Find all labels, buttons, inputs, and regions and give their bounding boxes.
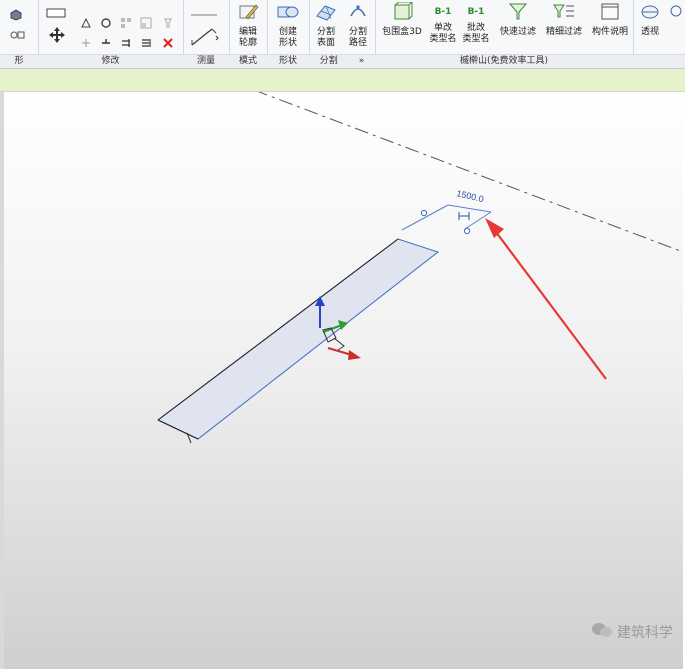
- batch-rename-type-button[interactable]: B-1 批改 类型名: [460, 2, 492, 45]
- single-rename-type-button[interactable]: B-1 单改 类型名: [428, 2, 458, 45]
- copy-icon[interactable]: [80, 14, 92, 28]
- measure-dimension-icon[interactable]: [189, 24, 219, 48]
- batch-b1-badge-icon: B-1: [467, 7, 485, 17]
- divide-path-icon: [343, 2, 373, 26]
- document-icon: [587, 2, 633, 26]
- render-icon[interactable]: [669, 4, 683, 20]
- panel-divide: 分割 表面 分割 路径 分割 »: [309, 0, 376, 68]
- x-axis-arrow-icon[interactable]: [348, 350, 361, 360]
- edit-profile-button[interactable]: 编辑 轮廓: [233, 2, 263, 49]
- bounding-box-3d-label: 包围盒3D: [382, 27, 422, 37]
- divide-surface-label-1: 分割: [316, 27, 335, 37]
- divide-surface-label-2: 表面: [316, 38, 335, 48]
- fine-filter-label: 精细过滤: [545, 27, 582, 37]
- perspective-icon: [635, 2, 665, 26]
- create-form-button[interactable]: 创建 形状: [271, 2, 305, 49]
- annotation-arrow: [485, 218, 607, 380]
- wechat-icon: [591, 621, 613, 643]
- create-form-label-1: 创建: [278, 27, 297, 37]
- options-bar: [0, 69, 685, 92]
- funnel-icon: [495, 2, 541, 26]
- watermark-text: 建筑科学: [617, 625, 673, 641]
- 3d-viewport[interactable]: 1500.0: [4, 92, 683, 669]
- panel-form: 创建 形状 形状: [267, 0, 310, 68]
- ribbon: 形 修改 测量 编辑 轮廓 模式 创建 形状 形状 分割 表面 分割 路径 分割…: [0, 0, 685, 69]
- panel-view: 透视: [633, 0, 685, 68]
- panel-free-tools: 包围盒3D B-1 单改 类型名 B-1 批改 类型名 快速过滤 精细过滤 构件…: [375, 0, 634, 68]
- perspective-button[interactable]: 透视: [635, 2, 665, 38]
- profile-edge-top: [157, 238, 399, 421]
- bounding-box-3d-button[interactable]: 包围盒3D: [377, 1, 427, 38]
- panel-label-divide-text: 分割: [319, 56, 338, 66]
- move-icon[interactable]: [48, 26, 66, 44]
- divide-surface-icon: [311, 2, 341, 26]
- divide-path-label-2: 路径: [348, 38, 367, 48]
- quick-filter-button[interactable]: 快速过滤: [495, 2, 541, 38]
- scale-icon[interactable]: [140, 14, 152, 29]
- divide-surface-button[interactable]: 分割 表面: [311, 2, 341, 49]
- fine-filter-button[interactable]: 精细过滤: [541, 2, 587, 38]
- create-form-label-2: 形状: [278, 38, 297, 48]
- align-icon[interactable]: [46, 4, 66, 18]
- delete-icon[interactable]: [162, 34, 174, 48]
- panel-label-view: [633, 54, 685, 68]
- perspective-label: 透视: [640, 27, 659, 37]
- panel-shape-fragment: 形: [0, 0, 39, 68]
- split-icon[interactable]: [100, 34, 112, 46]
- trim-icon[interactable]: [120, 34, 132, 47]
- single-rename-label-2: 类型名: [429, 34, 457, 44]
- mirror-icon[interactable]: [80, 34, 92, 47]
- watermark: 建筑科学: [591, 621, 673, 643]
- component-description-button[interactable]: 构件说明: [587, 2, 633, 38]
- pin-icon[interactable]: [162, 14, 174, 28]
- arrowhead-icon: [485, 218, 504, 238]
- b1-badge-icon: B-1: [434, 7, 452, 17]
- fine-filter-icon: [541, 2, 587, 26]
- measure-line-icon[interactable]: [189, 4, 221, 16]
- temporary-dimension[interactable]: 1500.0: [401, 188, 492, 235]
- offset-icon[interactable]: [140, 34, 152, 47]
- panel-label-form: 形状: [267, 54, 309, 68]
- create-form-icon: [271, 2, 305, 26]
- divide-path-button[interactable]: 分割 路径: [343, 2, 373, 49]
- panel-label-modify: 修改: [38, 54, 183, 68]
- join-icon[interactable]: [10, 26, 25, 39]
- panel-measure: 测量: [183, 0, 230, 68]
- batch-rename-label-1: 批改: [466, 23, 485, 33]
- single-rename-label-1: 单改: [433, 23, 452, 33]
- batch-rename-label-2: 类型名: [462, 34, 490, 44]
- dimension-grip-right[interactable]: [463, 227, 471, 235]
- dimension-grip-left[interactable]: [420, 209, 428, 217]
- component-description-label: 构件说明: [591, 27, 628, 37]
- divide-path-label-1: 分割: [348, 27, 367, 37]
- edit-profile-label-1: 编辑: [238, 27, 257, 37]
- panel-label-free-tools: 槭檊山(免费效率工具): [375, 54, 633, 68]
- bounding-box-3d-icon: [377, 1, 427, 26]
- array-icon[interactable]: [120, 14, 132, 28]
- panel-mode: 编辑 轮廓 模式: [229, 0, 268, 68]
- panel-label-shape: 形: [0, 54, 38, 68]
- panel-label-divide: 分割 »: [309, 54, 375, 68]
- panel-modify: 修改: [38, 0, 184, 68]
- panel-label-mode: 模式: [229, 54, 267, 68]
- edit-profile-label-2: 轮廓: [238, 38, 257, 48]
- cube-icon[interactable]: [10, 6, 22, 21]
- selected-profile-face[interactable]: [157, 238, 440, 440]
- panel-expander-icon[interactable]: »: [359, 56, 365, 66]
- reference-plane-line[interactable]: [254, 92, 683, 253]
- quick-filter-label: 快速过滤: [499, 27, 536, 37]
- dimension-lock-icon[interactable]: [458, 212, 470, 220]
- rotate-icon[interactable]: [100, 14, 112, 28]
- edit-profile-icon: [233, 2, 263, 26]
- panel-label-measure: 测量: [183, 54, 229, 68]
- gizmo-corner-icon: [333, 337, 345, 351]
- dimension-value[interactable]: 1500.0: [456, 188, 485, 204]
